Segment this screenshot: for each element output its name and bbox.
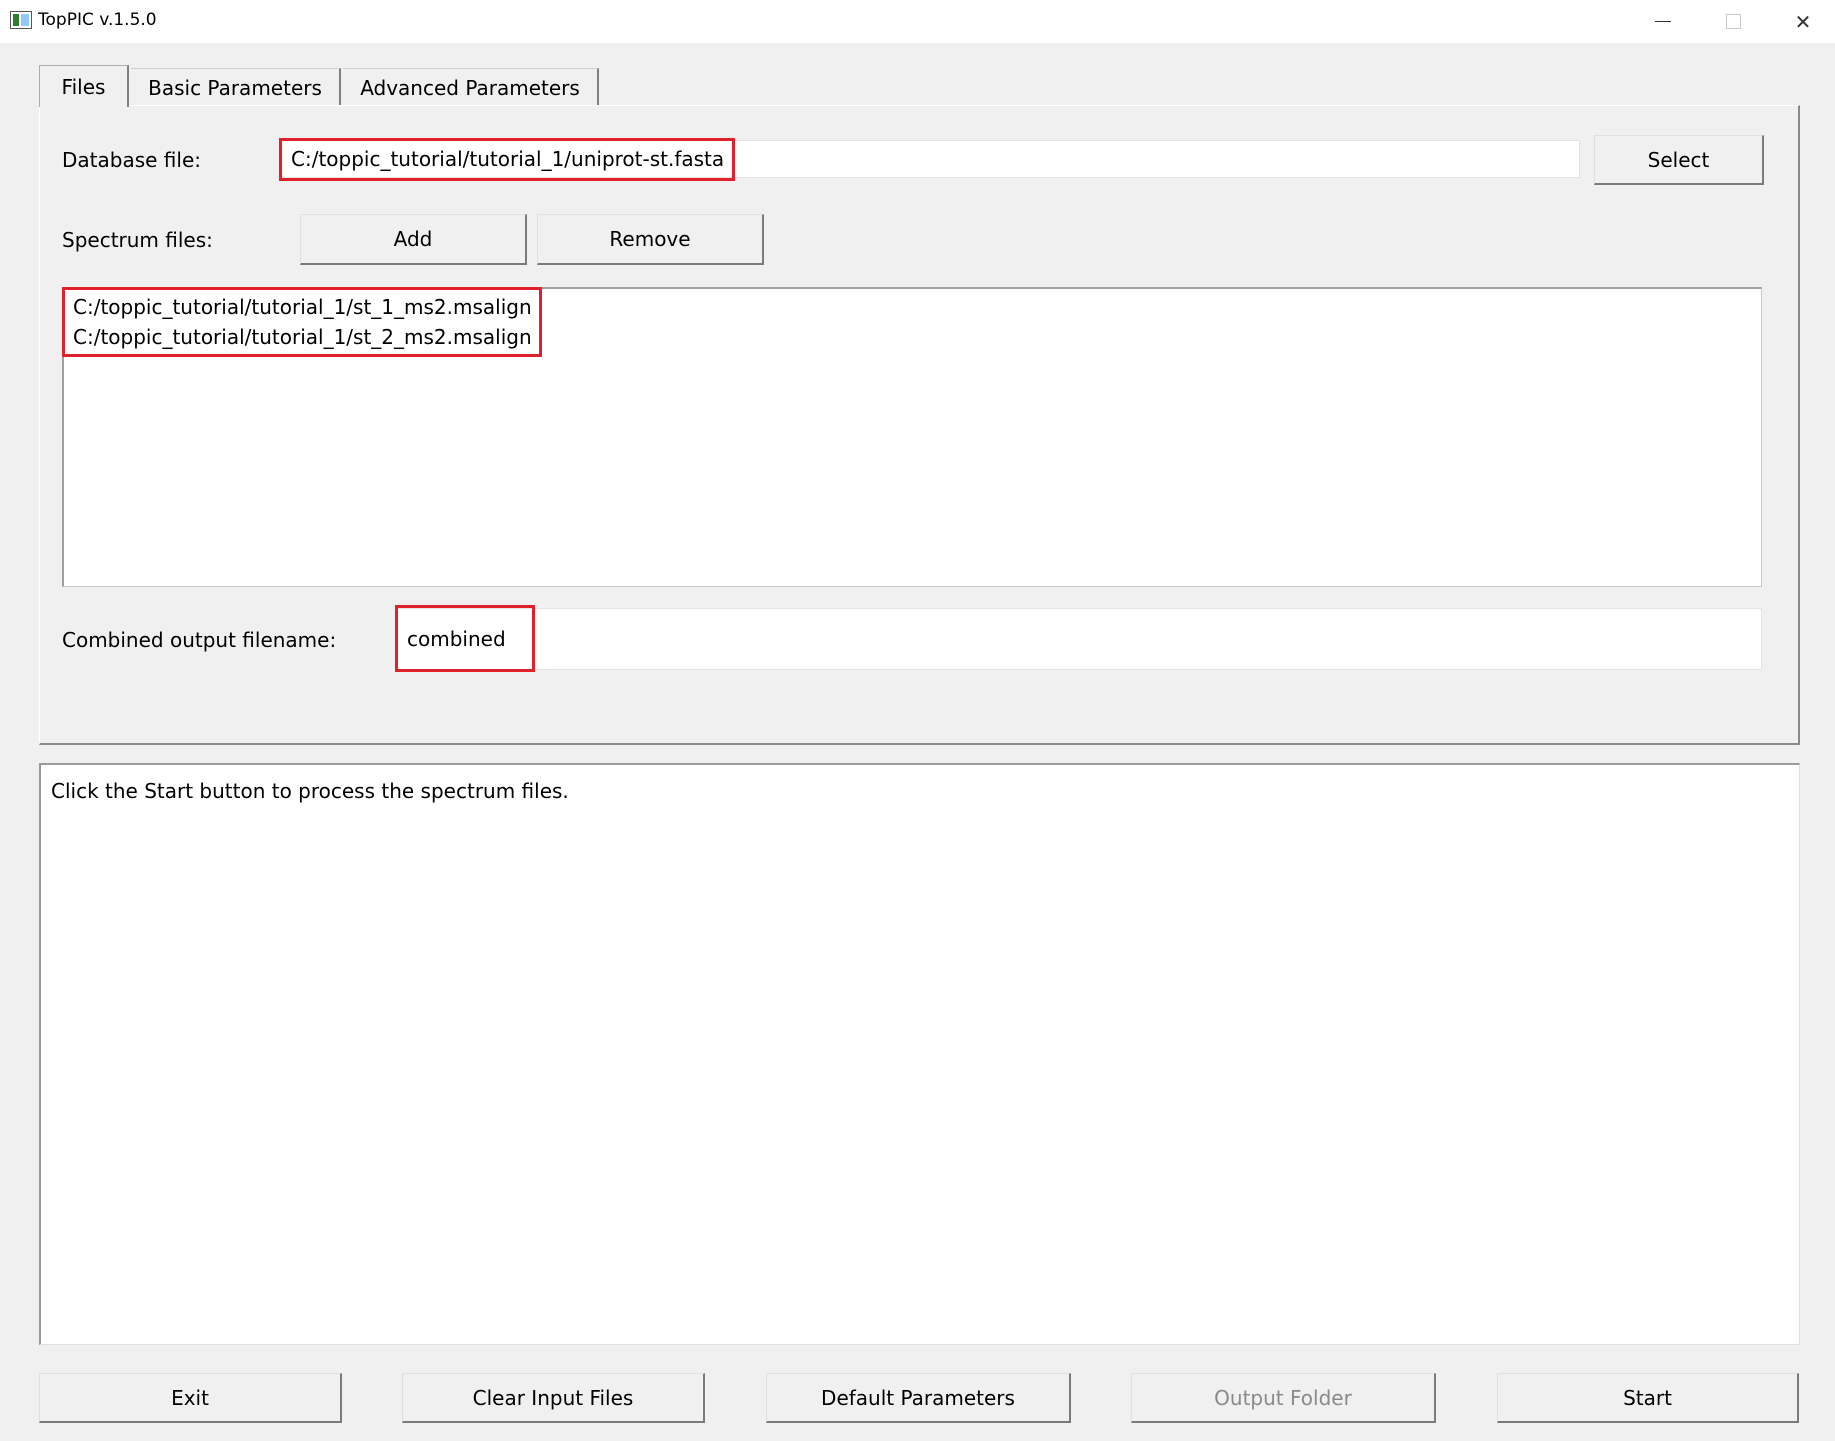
log-message: Click the Start button to process the sp… <box>51 779 569 803</box>
combined-output-input[interactable] <box>396 608 1762 670</box>
remove-button[interactable]: Remove <box>537 214 764 265</box>
close-icon[interactable]: ✕ <box>1768 0 1835 43</box>
select-button[interactable]: Select <box>1594 135 1764 185</box>
add-button[interactable]: Add <box>300 214 527 265</box>
output-folder-button: Output Folder <box>1131 1373 1436 1423</box>
spectrum-file-list[interactable]: C:/toppic_tutorial/tutorial_1/st_1_ms2.m… <box>62 287 1762 587</box>
tab-basic-parameters[interactable]: Basic Parameters <box>131 68 341 106</box>
spectrum-files-label: Spectrum files: <box>62 228 213 252</box>
spectrum-file-item[interactable]: C:/toppic_tutorial/tutorial_1/st_1_ms2.m… <box>73 295 532 319</box>
minimize-icon[interactable] <box>1628 0 1698 43</box>
clear-input-files-button[interactable]: Clear Input Files <box>402 1373 705 1423</box>
spectrum-file-item[interactable]: C:/toppic_tutorial/tutorial_1/st_2_ms2.m… <box>73 325 532 349</box>
combined-output-label: Combined output filename: <box>62 628 337 652</box>
maximize-icon[interactable] <box>1698 0 1768 43</box>
start-button[interactable]: Start <box>1497 1373 1799 1423</box>
log-output[interactable]: Click the Start button to process the sp… <box>39 763 1800 1345</box>
app-icon <box>10 11 32 29</box>
title-bar: TopPIC v.1.5.0 ✕ <box>0 0 1835 43</box>
tab-advanced-parameters[interactable]: Advanced Parameters <box>343 68 599 106</box>
database-file-input[interactable] <box>280 140 1580 178</box>
tab-files[interactable]: Files <box>39 65 129 107</box>
database-file-label: Database file: <box>62 148 201 172</box>
window-title: TopPIC v.1.5.0 <box>38 10 157 30</box>
default-parameters-button[interactable]: Default Parameters <box>766 1373 1071 1423</box>
exit-button[interactable]: Exit <box>39 1373 342 1423</box>
